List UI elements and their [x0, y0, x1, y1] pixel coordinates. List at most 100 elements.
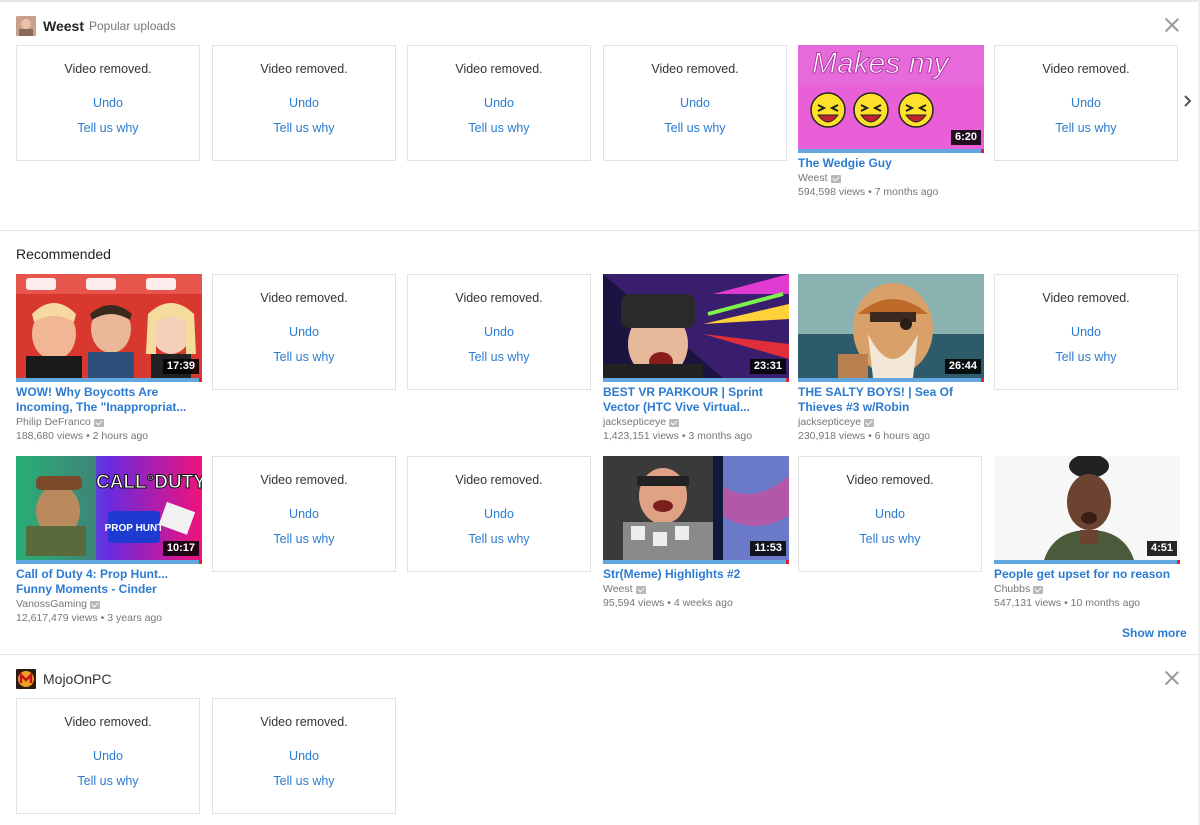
view-count: 230,918 views: [798, 430, 866, 442]
video-thumbnail[interactable]: 23:31: [603, 274, 789, 378]
removed-video-card: Video removed. Undo Tell us why: [994, 45, 1178, 161]
channel-name[interactable]: jacksepticeye: [798, 416, 861, 429]
video-title[interactable]: Call of Duty 4: Prop Hunt... Funny Momen…: [16, 567, 202, 597]
removed-message: Video removed.: [260, 62, 348, 76]
close-icon[interactable]: [1165, 671, 1179, 685]
video-card[interactable]: 26:44 THE SALTY BOYS! | Sea Of Thieves #…: [798, 274, 984, 443]
removed-message: Video removed.: [455, 291, 543, 305]
close-icon[interactable]: [1165, 18, 1179, 32]
video-title[interactable]: Str(Meme) Highlights #2: [603, 567, 789, 582]
video-thumbnail[interactable]: 26:44: [798, 274, 984, 378]
video-meta: 547,131 views • 10 months ago: [994, 596, 1180, 610]
video-card[interactable]: 17:39 WOW! Why Boycotts Are Incoming, Th…: [16, 274, 202, 443]
undo-link[interactable]: Undo: [995, 96, 1177, 110]
video-title[interactable]: BEST VR PARKOUR | Sprint Vector (HTC Viv…: [603, 385, 789, 415]
removed-message: Video removed.: [455, 473, 543, 487]
video-title[interactable]: THE SALTY BOYS! | Sea Of Thieves #3 w/Ro…: [798, 385, 984, 415]
video-card[interactable]: CALL°DUTY4 PROP HUNT 10:17 Call of Duty …: [16, 456, 202, 625]
video-card[interactable]: 23:31 BEST VR PARKOUR | Sprint Vector (H…: [603, 274, 789, 443]
channel-avatar-weest[interactable]: [16, 16, 36, 36]
video-channel: VanossGaming: [16, 598, 202, 611]
tell-us-why-link[interactable]: Tell us why: [17, 774, 199, 788]
video-thumbnail[interactable]: 17:39: [16, 274, 202, 378]
undo-link[interactable]: Undo: [17, 96, 199, 110]
channel-name[interactable]: jacksepticeye: [603, 416, 666, 429]
tell-us-why-link[interactable]: Tell us why: [408, 532, 590, 546]
video-card[interactable]: 11:53 Str(Meme) Highlights #2 Weest 95,5…: [603, 456, 789, 610]
shelf-header-weest: Weest Popular uploads: [16, 16, 176, 36]
tell-us-why-link[interactable]: Tell us why: [408, 350, 590, 364]
meta-separator: •: [868, 186, 872, 198]
chevron-right-icon[interactable]: [1183, 94, 1193, 108]
thumb-caption: Makes my: [812, 47, 951, 80]
watch-progress-bar: [16, 378, 202, 382]
undo-link[interactable]: Undo: [799, 507, 981, 521]
undo-link[interactable]: Undo: [213, 749, 395, 763]
undo-link[interactable]: Undo: [213, 96, 395, 110]
watch-progress-bar: [994, 560, 1180, 564]
video-title[interactable]: People get upset for no reason: [994, 567, 1180, 582]
undo-link[interactable]: Undo: [408, 325, 590, 339]
removed-message: Video removed.: [455, 62, 543, 76]
meta-separator: •: [667, 597, 671, 609]
video-duration: 6:20: [950, 130, 981, 145]
undo-link[interactable]: Undo: [213, 325, 395, 339]
channel-name[interactable]: Chubbs: [994, 583, 1030, 596]
undo-link[interactable]: Undo: [408, 96, 590, 110]
channel-name[interactable]: VanossGaming: [16, 598, 87, 611]
video-title[interactable]: The Wedgie Guy: [798, 156, 984, 171]
removed-message: Video removed.: [64, 62, 152, 76]
removed-message: Video removed.: [64, 715, 152, 729]
meta-separator: •: [681, 430, 686, 442]
video-duration: 10:17: [162, 541, 199, 556]
shelf-channel-name[interactable]: Weest: [43, 18, 84, 34]
watch-progress-bar: [603, 378, 789, 382]
removed-video-card: Video removed. Undo Tell us why: [16, 45, 200, 161]
channel-avatar-mojoonpc[interactable]: [16, 669, 36, 689]
tell-us-why-link[interactable]: Tell us why: [995, 121, 1177, 135]
verified-icon: [830, 174, 841, 183]
tell-us-why-link[interactable]: Tell us why: [213, 532, 395, 546]
video-thumbnail[interactable]: 4:51: [994, 456, 1180, 560]
tell-us-why-link[interactable]: Tell us why: [213, 774, 395, 788]
view-count: 547,131 views: [994, 597, 1062, 609]
shelf-header-mojoonpc: MojoOnPC: [16, 669, 111, 689]
tell-us-why-link[interactable]: Tell us why: [604, 121, 786, 135]
undo-link[interactable]: Undo: [213, 507, 395, 521]
shelf-subtitle: Popular uploads: [88, 19, 176, 33]
removed-message: Video removed.: [846, 473, 934, 487]
removed-message: Video removed.: [1042, 291, 1130, 305]
channel-name[interactable]: Weest: [603, 583, 633, 596]
tell-us-why-link[interactable]: Tell us why: [408, 121, 590, 135]
video-title[interactable]: WOW! Why Boycotts Are Incoming, The "Ina…: [16, 385, 202, 415]
undo-link[interactable]: Undo: [408, 507, 590, 521]
upload-age: 7 months ago: [874, 186, 939, 198]
verified-icon: [635, 585, 646, 594]
video-thumbnail[interactable]: CALL°DUTY4 PROP HUNT 10:17: [16, 456, 202, 560]
video-card-wedgie-guy[interactable]: Makes my 6:20 The Wedgie Guy Weest 594,5…: [798, 45, 984, 199]
tell-us-why-link[interactable]: Tell us why: [17, 121, 199, 135]
undo-link[interactable]: Undo: [995, 325, 1177, 339]
shelf-channel-name[interactable]: MojoOnPC: [43, 671, 111, 687]
show-more-link[interactable]: Show more: [1122, 626, 1187, 640]
verified-icon: [864, 418, 875, 427]
meta-separator: •: [868, 430, 872, 442]
shelf-divider: [0, 654, 1198, 655]
video-meta: 230,918 views • 6 hours ago: [798, 429, 984, 443]
upload-age: 3 years ago: [107, 612, 163, 624]
tell-us-why-link[interactable]: Tell us why: [995, 350, 1177, 364]
removed-message: Video removed.: [651, 62, 739, 76]
tell-us-why-link[interactable]: Tell us why: [213, 350, 395, 364]
video-thumbnail[interactable]: 11:53: [603, 456, 789, 560]
tell-us-why-link[interactable]: Tell us why: [213, 121, 395, 135]
recommended-heading: Recommended: [16, 246, 111, 262]
view-count: 188,680 views: [16, 430, 84, 442]
video-thumbnail[interactable]: Makes my 6:20: [798, 45, 984, 149]
tell-us-why-link[interactable]: Tell us why: [799, 532, 981, 546]
channel-name[interactable]: Weest: [798, 172, 828, 185]
undo-link[interactable]: Undo: [604, 96, 786, 110]
channel-name[interactable]: Philip DeFranco: [16, 416, 91, 429]
verified-icon: [1033, 585, 1044, 594]
undo-link[interactable]: Undo: [17, 749, 199, 763]
video-card[interactable]: 4:51 People get upset for no reason Chub…: [994, 456, 1180, 610]
